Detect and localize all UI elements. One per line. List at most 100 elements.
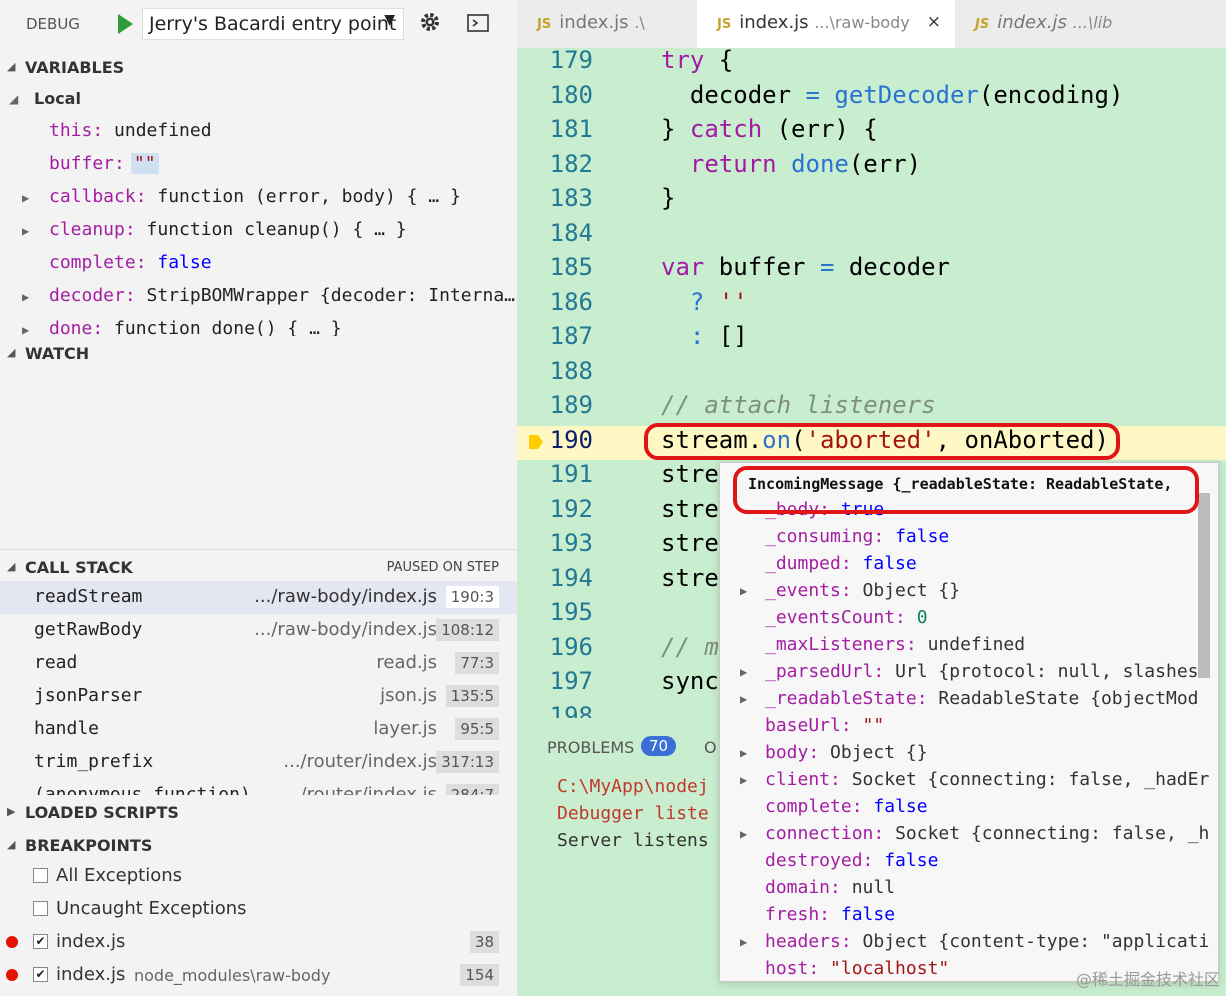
variable-row[interactable]: ▶ cleanup: function cleanup() { … } — [0, 215, 517, 248]
variable-name: this: — [49, 120, 104, 141]
breakpoint-checkbox[interactable] — [33, 868, 48, 883]
variable-row[interactable]: complete: false — [0, 248, 517, 281]
code-line[interactable]: 181} catch (err) { — [517, 115, 1226, 149]
line-code: stre — [661, 563, 719, 592]
code-line[interactable]: 187 : [] — [517, 322, 1226, 356]
line-code: return done(err) — [689, 149, 922, 178]
code-line[interactable]: 185 var buffer = decoder — [517, 253, 1226, 287]
code-line[interactable]: 183} — [517, 184, 1226, 218]
launch-config-select[interactable]: Jerry's Bacardi entry point ▼ — [142, 8, 404, 40]
local-scope-label: Local — [34, 89, 81, 108]
frame-name: handle — [34, 718, 100, 739]
variable-row[interactable]: buffer: "" — [0, 149, 517, 182]
code-line[interactable]: 182 return done(err) — [517, 150, 1226, 184]
hover-property-row[interactable]: ▶ headers: Object {content-type: "applica… — [720, 929, 1218, 956]
breakpoint-row[interactable]: All Exceptions — [0, 860, 517, 893]
breakpoint-row[interactable]: ✔ index.js node_modules\raw-body 154 — [0, 959, 517, 992]
hover-property-row[interactable]: baseUrl: "" — [720, 713, 1218, 740]
hover-property-row[interactable]: _maxListeners: undefined — [720, 632, 1218, 659]
local-scope[interactable]: ◢ Local — [0, 83, 517, 116]
property-text: destroyed: false — [765, 850, 938, 871]
line-number: 180 — [549, 80, 593, 109]
hover-property-row[interactable]: _dumped: false — [720, 551, 1218, 578]
hover-property-row[interactable]: ▶ _readableState: ReadableState {objectMo… — [720, 686, 1218, 713]
callstack-frame[interactable]: handle layer.js 95:5 — [0, 713, 517, 746]
code-line[interactable]: 186 ? '' — [517, 288, 1226, 322]
frame-line: 95:5 — [455, 718, 499, 740]
hover-property-row[interactable]: domain: null — [720, 875, 1218, 902]
hover-property-row[interactable]: ▶ _events: Object {} — [720, 578, 1218, 605]
line-number: 181 — [549, 115, 593, 143]
code-line[interactable]: 184 — [517, 219, 1226, 253]
variables-section-header[interactable]: ◢ VARIABLES — [0, 50, 517, 82]
loaded-scripts-section-header[interactable]: ▶ LOADED SCRIPTS — [0, 795, 517, 827]
variable-row[interactable]: this: undefined — [0, 116, 517, 149]
hover-property-row[interactable]: fresh: false — [720, 902, 1218, 929]
watch-section-header[interactable]: ◢ WATCH — [0, 336, 517, 366]
property-name: _parsedUrl: — [765, 661, 885, 682]
js-file-icon: JS — [537, 17, 552, 32]
tab-file[interactable]: JS index.js .\ — [517, 0, 697, 48]
breakpoint-checkbox[interactable]: ✔ — [33, 934, 48, 949]
chevron-right-icon: ▶ — [740, 665, 748, 679]
callstack-frame[interactable]: read read.js 77:3 — [0, 647, 517, 680]
line-code: sync — [661, 667, 719, 695]
hover-property-row[interactable]: destroyed: false — [720, 848, 1218, 875]
variable-row[interactable]: ▶ decoder: StripBOMWrapper {decoder: Inte… — [0, 281, 517, 314]
launch-config-value: Jerry's Bacardi entry point — [149, 13, 397, 35]
callstack-section-header[interactable]: ◢ CALL STACK PAUSED ON STEP — [0, 549, 517, 581]
line-code: // attach listeners — [661, 391, 936, 419]
callstack-title: CALL STACK — [25, 558, 133, 577]
tab-file[interactable]: JS index.js ...\raw-body × — [697, 0, 955, 48]
line-code: stre — [661, 460, 719, 488]
breakpoint-checkbox[interactable] — [33, 901, 48, 916]
property-text: _dumped: false — [765, 553, 917, 574]
frame-file: .../raw-body/index.js — [254, 586, 437, 607]
tab-output[interactable]: O — [704, 738, 717, 757]
breakpoint-row[interactable]: ✔ index.js 38 — [0, 926, 517, 959]
chevron-down-icon: ◢ — [9, 92, 19, 106]
line-number: 187 — [549, 322, 593, 350]
chevron-down-icon: ◢ — [7, 560, 16, 573]
debug-console-icon[interactable] — [466, 11, 490, 35]
property-value: false — [840, 904, 896, 925]
tab-label: index.js — [997, 12, 1067, 33]
hover-property-row[interactable]: ▶ body: Object {} — [720, 740, 1218, 767]
breakpoints-section-header[interactable]: ◢ BREAKPOINTS — [0, 828, 517, 860]
property-name: _dumped: — [765, 553, 852, 574]
code-line[interactable]: 189 // attach listeners — [517, 391, 1226, 425]
line-number: 191 — [549, 460, 593, 488]
callstack-frame[interactable]: trim_prefix .../router/index.js 317:13 — [0, 746, 517, 779]
property-text: _parsedUrl: Url {protocol: null, slashes… — [765, 661, 1209, 682]
hover-property-row[interactable]: ▶ _parsedUrl: Url {protocol: null, slashe… — [720, 659, 1218, 686]
debug-hover-widget[interactable]: IncomingMessage {_readableState: Readabl… — [719, 462, 1219, 982]
variable-row[interactable]: ▶ callback: function (error, body) { … } — [0, 182, 517, 215]
code-line[interactable]: 179 try { — [517, 48, 1226, 80]
hover-property-row[interactable]: _eventsCount: 0 — [720, 605, 1218, 632]
hover-property-row[interactable]: _consuming: false — [720, 524, 1218, 551]
code-line[interactable]: 188 — [517, 357, 1226, 391]
property-name: _eventsCount: — [765, 607, 906, 628]
callstack-frame[interactable]: jsonParser json.js 135:5 — [0, 680, 517, 713]
watch-title: WATCH — [25, 344, 90, 363]
paused-status: PAUSED ON STEP — [386, 560, 499, 575]
breakpoint-dot-icon — [6, 969, 18, 981]
gear-icon[interactable] — [418, 10, 442, 34]
hover-property-row[interactable]: ▶ connection: Socket {connecting: false, … — [720, 821, 1218, 848]
callstack-frame[interactable]: readStream .../raw-body/index.js 190:3 — [0, 581, 517, 614]
code-line[interactable]: 180 decoder = getDecoder(encoding) — [517, 81, 1226, 115]
tab-file[interactable]: JS index.js ...\lib — [955, 0, 1155, 48]
breakpoint-row[interactable]: Uncaught Exceptions — [0, 893, 517, 926]
property-name: _readableState: — [765, 688, 928, 709]
tab-problems[interactable]: PROBLEMS — [547, 738, 634, 757]
start-debugging-icon[interactable] — [113, 9, 137, 39]
callstack-frame[interactable]: getRawBody .../raw-body/index.js 108:12 — [0, 614, 517, 647]
breakpoint-checkbox[interactable]: ✔ — [33, 967, 48, 982]
hover-property-row[interactable]: complete: false — [720, 794, 1218, 821]
frame-line: 190:3 — [445, 586, 499, 608]
scrollbar[interactable] — [1198, 493, 1210, 678]
property-name: fresh: — [765, 904, 831, 925]
close-icon[interactable]: × — [927, 12, 941, 32]
highlight-box — [733, 466, 1199, 514]
hover-property-row[interactable]: ▶ client: Socket {connecting: false, _had… — [720, 767, 1218, 794]
